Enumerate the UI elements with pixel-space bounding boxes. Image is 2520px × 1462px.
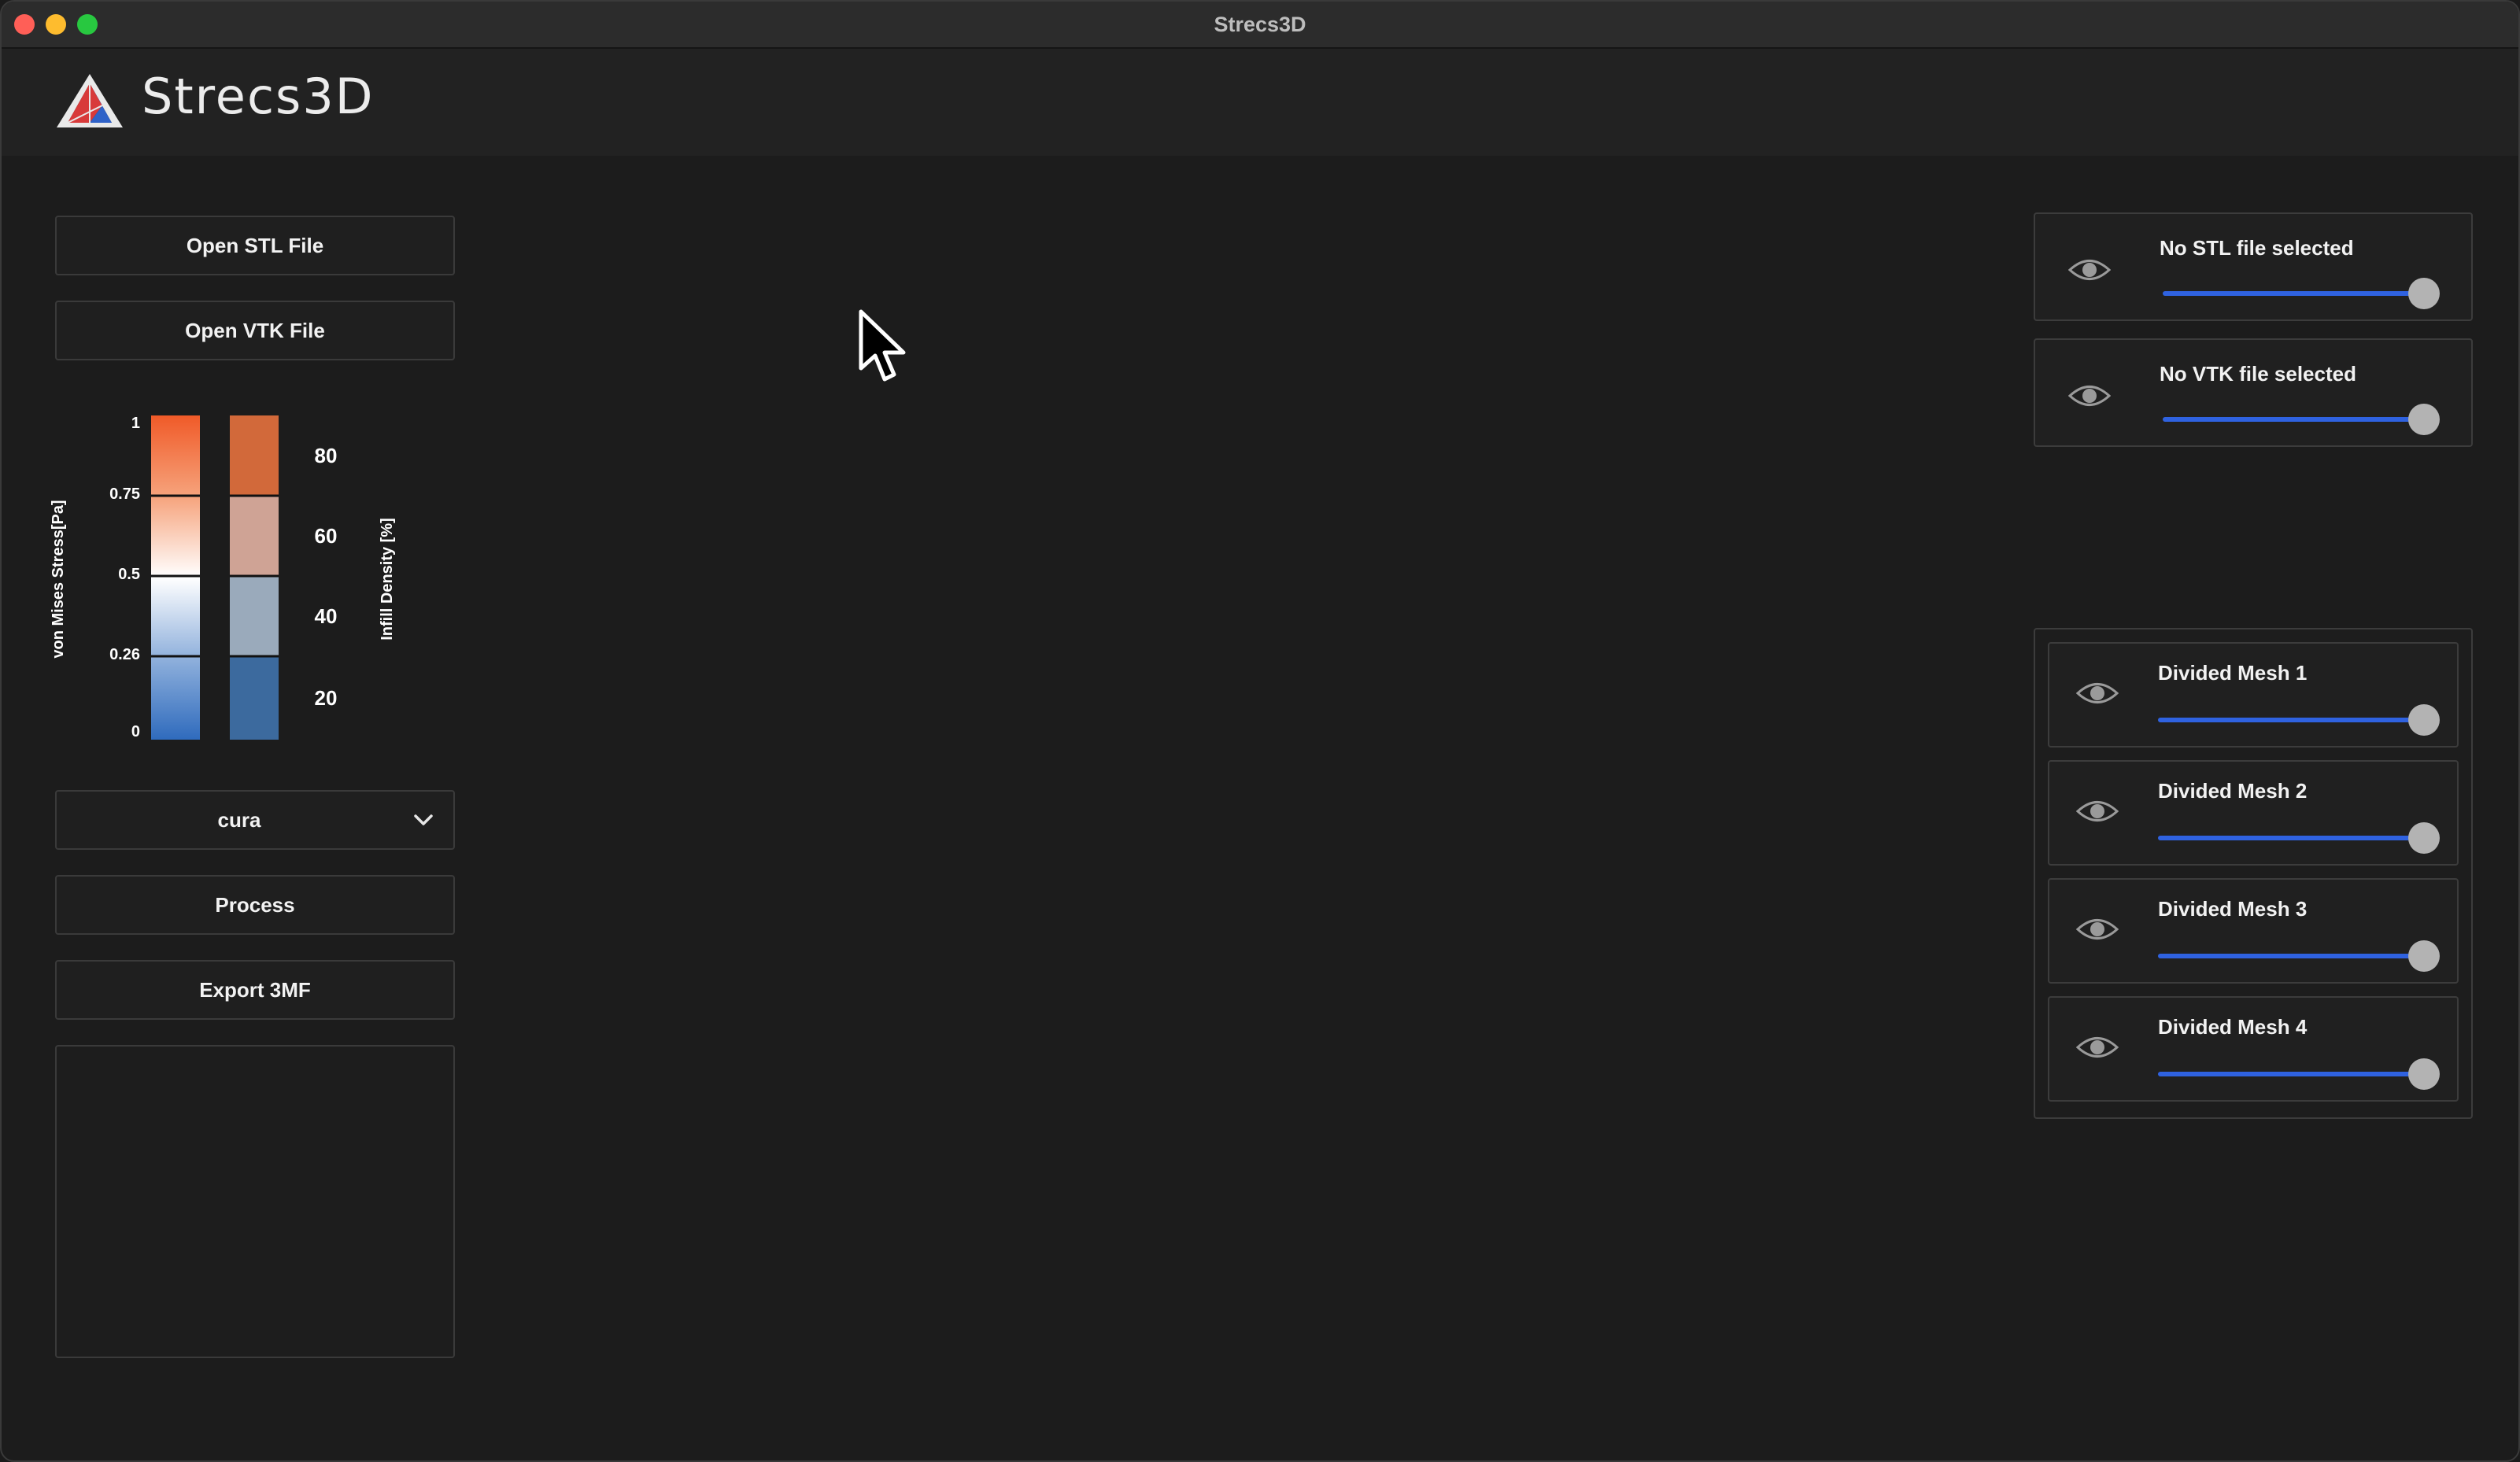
density-axis-label: Infill Density [%] (379, 518, 396, 641)
mesh-3-opacity-slider[interactable] (2158, 954, 2415, 958)
divided-mesh-panel-2: Divided Mesh 2 (2048, 760, 2459, 866)
process-button[interactable]: Process (55, 875, 455, 935)
eye-icon[interactable] (2076, 798, 2119, 825)
density-tick-20: 20 (315, 686, 338, 710)
vtk-opacity-slider-handle[interactable] (2408, 404, 2440, 435)
divided-mesh-label-1: Divided Mesh 1 (2158, 661, 2308, 685)
stress-tick-026: 0.26 (109, 646, 140, 663)
mesh-1-opacity-slider[interactable] (2158, 718, 2415, 722)
app-name: Strecs3D (142, 68, 375, 125)
message-log-area[interactable] (55, 1045, 455, 1358)
density-tick-80: 80 (315, 444, 338, 467)
eye-icon[interactable] (2068, 257, 2111, 283)
stress-tick-1: 1 (131, 415, 140, 432)
title-bar: Strecs3D (2, 2, 2518, 49)
mesh-2-opacity-slider[interactable] (2158, 836, 2415, 840)
mesh-1-opacity-slider-handle[interactable] (2408, 704, 2440, 736)
mesh-4-opacity-slider-handle[interactable] (2408, 1058, 2440, 1090)
stl-opacity-slider-handle[interactable] (2408, 278, 2440, 309)
divided-mesh-label-4: Divided Mesh 4 (2158, 1015, 2308, 1039)
stl-opacity-slider[interactable] (2163, 291, 2415, 296)
divided-mesh-panel-4: Divided Mesh 4 (2048, 996, 2459, 1102)
stress-color-bar (151, 415, 200, 740)
divided-mesh-panel-1: Divided Mesh 1 (2048, 642, 2459, 748)
vtk-file-panel: No VTK file selected (2034, 338, 2473, 447)
app-header: Strecs3D (2, 49, 2518, 156)
vtk-file-label: No VTK file selected (2160, 362, 2356, 386)
divided-mesh-panel-3: Divided Mesh 3 (2048, 878, 2459, 984)
app-logo-icon (57, 74, 123, 127)
stress-tick-075: 0.75 (109, 485, 140, 503)
eye-icon[interactable] (2076, 680, 2119, 707)
mesh-3-opacity-slider-handle[interactable] (2408, 940, 2440, 972)
density-tick-40: 40 (315, 604, 338, 628)
divided-mesh-label-3: Divided Mesh 3 (2158, 897, 2308, 921)
open-stl-button[interactable]: Open STL File (55, 216, 455, 275)
divided-mesh-group: Divided Mesh 1 Divided Mesh 2 Divided Me… (2034, 628, 2473, 1119)
slicer-select-value: cura (217, 808, 261, 832)
export-3mf-button[interactable]: Export 3MF (55, 960, 455, 1020)
window-title: Strecs3D (1214, 13, 1306, 36)
mesh-4-opacity-slider[interactable] (2158, 1072, 2415, 1076)
chevron-down-icon (414, 814, 433, 825)
stress-tick-05: 0.5 (118, 566, 140, 583)
divided-mesh-label-2: Divided Mesh 2 (2158, 779, 2308, 803)
stl-file-panel: No STL file selected (2034, 212, 2473, 321)
vtk-opacity-slider[interactable] (2163, 417, 2415, 422)
color-legend: von Mises Stress[Pa] Infill Density [%] … (50, 415, 396, 740)
app-window: Strecs3D Strecs3D Open STL File Open VTK… (0, 0, 2520, 1462)
stress-tick-0: 0 (131, 723, 140, 740)
eye-icon[interactable] (2068, 382, 2111, 409)
eye-icon[interactable] (2076, 916, 2119, 943)
3d-viewport[interactable] (490, 159, 2016, 1434)
density-color-bar (230, 415, 279, 740)
stress-axis-label: von Mises Stress[Pa] (50, 500, 67, 658)
slicer-select[interactable]: cura (55, 790, 455, 850)
open-vtk-button[interactable]: Open VTK File (55, 301, 455, 360)
mouse-cursor-icon (859, 309, 906, 382)
mesh-2-opacity-slider-handle[interactable] (2408, 822, 2440, 854)
eye-icon[interactable] (2076, 1034, 2119, 1061)
density-tick-60: 60 (315, 524, 338, 548)
stl-file-label: No STL file selected (2160, 236, 2354, 260)
